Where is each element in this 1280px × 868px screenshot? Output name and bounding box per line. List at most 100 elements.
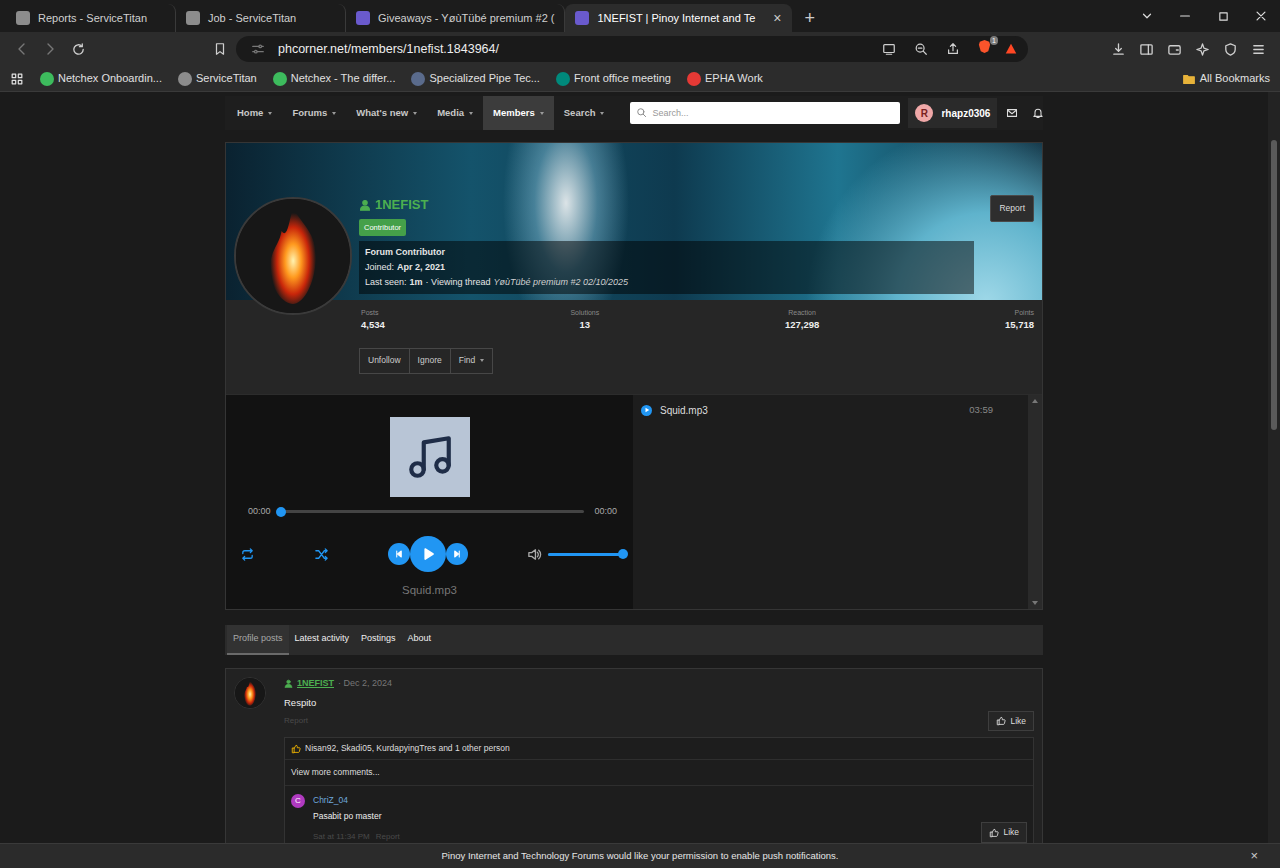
- tab-close-button[interactable]: ×: [763, 8, 781, 29]
- scroll-up-icon[interactable]: [1032, 399, 1038, 403]
- profile-tab[interactable]: About: [402, 625, 438, 655]
- page-scrollbar: [1268, 92, 1280, 843]
- stat-value: 15,718: [1005, 318, 1034, 332]
- address-bar[interactable]: phcorner.net/members/1nefist.1843964/1: [236, 36, 1028, 62]
- bookmark[interactable]: ServiceTitan: [178, 70, 257, 87]
- bookmark[interactable]: Front office meeting: [556, 70, 671, 87]
- nav-item[interactable]: Home: [227, 96, 282, 130]
- profile-meta: Forum ContributorJoined:Apr 2, 2021Last …: [359, 241, 974, 294]
- menu-caret-icon: [469, 112, 473, 115]
- all-bookmarks[interactable]: All Bookmarks: [1182, 70, 1270, 87]
- share-icon[interactable]: [941, 37, 965, 61]
- next-icon[interactable]: [446, 543, 468, 565]
- bookmark[interactable]: Netchex - The differ...: [273, 70, 396, 87]
- menu-icon[interactable]: [1246, 37, 1270, 61]
- nav-item[interactable]: Members: [483, 96, 554, 130]
- action-button[interactable]: Ignore: [410, 348, 451, 374]
- vpn-icon[interactable]: [1218, 37, 1242, 61]
- toolbar: phcorner.net/members/1nefist.1843964/1: [0, 32, 1280, 66]
- now-playing-title: Squid.mp3: [402, 582, 457, 599]
- apps-icon[interactable]: [10, 72, 24, 86]
- new-tab-button[interactable]: +: [792, 4, 827, 32]
- nav-item[interactable]: Forums: [282, 96, 346, 130]
- browser-tab[interactable]: 1NEFIST | Pinoy Internet and Te×: [565, 4, 792, 32]
- like-button[interactable]: Like: [988, 711, 1034, 732]
- seek-bar[interactable]: [281, 510, 585, 513]
- user-menu[interactable]: Rrhapz0306: [908, 98, 997, 128]
- close-notification-button[interactable]: ×: [1250, 848, 1258, 864]
- menu-caret-icon: [600, 112, 604, 115]
- close-window-icon[interactable]: [1242, 0, 1280, 32]
- last-seen-label: Last seen:: [365, 275, 407, 290]
- nav-label: What's new: [356, 106, 408, 120]
- volume-fill: [548, 553, 623, 556]
- sidebar-icon[interactable]: [1134, 37, 1158, 61]
- scroll-down-icon[interactable]: [1032, 601, 1038, 605]
- report-button[interactable]: Report: [990, 195, 1034, 222]
- reaction-names[interactable]: Nisan92, Skadi05, KurdapyingTres and 1 o…: [305, 742, 510, 755]
- volume-icon[interactable]: [527, 547, 542, 562]
- action-button[interactable]: Find: [451, 348, 494, 374]
- maximize-icon[interactable]: [1204, 0, 1242, 32]
- play-icon[interactable]: [410, 536, 446, 572]
- browser-tab[interactable]: Job - ServiceTitan: [176, 4, 346, 32]
- download-icon[interactable]: [1106, 37, 1130, 61]
- tab-search-icon[interactable]: [1128, 0, 1166, 32]
- bookmark[interactable]: EPHA Work: [687, 70, 763, 87]
- nav-item[interactable]: What's new: [346, 96, 427, 130]
- bookmark[interactable]: Netchex Onboardin...: [40, 70, 162, 87]
- previous-icon[interactable]: [388, 543, 410, 565]
- action-button[interactable]: Unfollow: [359, 348, 410, 374]
- like-button[interactable]: Like: [981, 822, 1027, 843]
- search-input[interactable]: [630, 102, 900, 124]
- bookmark-label: ServiceTitan: [196, 70, 257, 87]
- scrollbar-thumb[interactable]: [1271, 140, 1277, 430]
- nav-item[interactable]: Search: [554, 96, 615, 130]
- post-date: · Dec 2, 2024: [338, 677, 392, 691]
- duration-time: 00:00: [594, 505, 617, 519]
- seek-knob[interactable]: [276, 507, 286, 517]
- wallet-icon[interactable]: [1162, 37, 1186, 61]
- thread-link[interactable]: YøùTübé premium #2 02/10/2025: [493, 275, 628, 290]
- profile-tab[interactable]: Profile posts: [227, 625, 289, 655]
- user-icon: [284, 679, 293, 688]
- repeat-icon[interactable]: [240, 547, 255, 562]
- post-report[interactable]: Report: [284, 715, 308, 727]
- music-note-icon: [405, 432, 455, 482]
- all-bookmarks-label: All Bookmarks: [1200, 70, 1270, 87]
- bell-icon[interactable]: [1027, 98, 1049, 128]
- site-info-icon[interactable]: [246, 37, 270, 61]
- shuffle-icon[interactable]: [314, 547, 329, 562]
- bookmark-label: EPHA Work: [705, 70, 763, 87]
- action-label: Ignore: [418, 354, 442, 367]
- cast-icon[interactable]: [877, 37, 901, 61]
- user-icon: [359, 199, 371, 211]
- post-author[interactable]: 1NEFIST: [297, 677, 334, 691]
- zoom-icon[interactable]: [909, 37, 933, 61]
- volume-bar[interactable]: [548, 553, 623, 556]
- profile-tab[interactable]: Latest activity: [289, 625, 356, 655]
- bookmark[interactable]: Specialized Pipe Tec...: [411, 70, 539, 87]
- post-content: 1NEFIST· Dec 2, 2024RespitoReportLikeNis…: [284, 677, 1034, 843]
- page-area: HomeForums What's new MediaMembersSearch Rr…: [0, 92, 1280, 843]
- web-page: HomeForums What's new MediaMembersSearch Rr…: [0, 92, 1268, 843]
- browser-tab[interactable]: Giveaways - YøùTübé premium #2 (: [346, 4, 565, 32]
- volume-knob[interactable]: [618, 549, 628, 559]
- bookmark-icon[interactable]: [208, 37, 232, 61]
- back-icon[interactable]: [10, 37, 34, 61]
- rewards-triangle-icon[interactable]: [1004, 42, 1018, 56]
- brave-shield-icon[interactable]: 1: [977, 39, 992, 54]
- mail-icon[interactable]: [1001, 98, 1023, 128]
- view-more-comments[interactable]: View more comments...: [285, 760, 1033, 786]
- reload-icon[interactable]: [66, 37, 90, 61]
- browser-tab[interactable]: Reports - ServiceTitan: [6, 4, 176, 32]
- leo-icon[interactable]: [1190, 37, 1214, 61]
- playlist-item[interactable]: Squid.mp303:59: [641, 403, 993, 418]
- comment-report[interactable]: Report: [376, 831, 400, 843]
- forward-icon[interactable]: [38, 37, 62, 61]
- minimize-icon[interactable]: [1166, 0, 1204, 32]
- nav-item[interactable]: Media: [427, 96, 483, 130]
- comment-author[interactable]: ChriZ_04: [313, 794, 1027, 807]
- profile-post: 1NEFIST· Dec 2, 2024RespitoReportLikeNis…: [225, 668, 1043, 843]
- profile-tab[interactable]: Postings: [355, 625, 402, 655]
